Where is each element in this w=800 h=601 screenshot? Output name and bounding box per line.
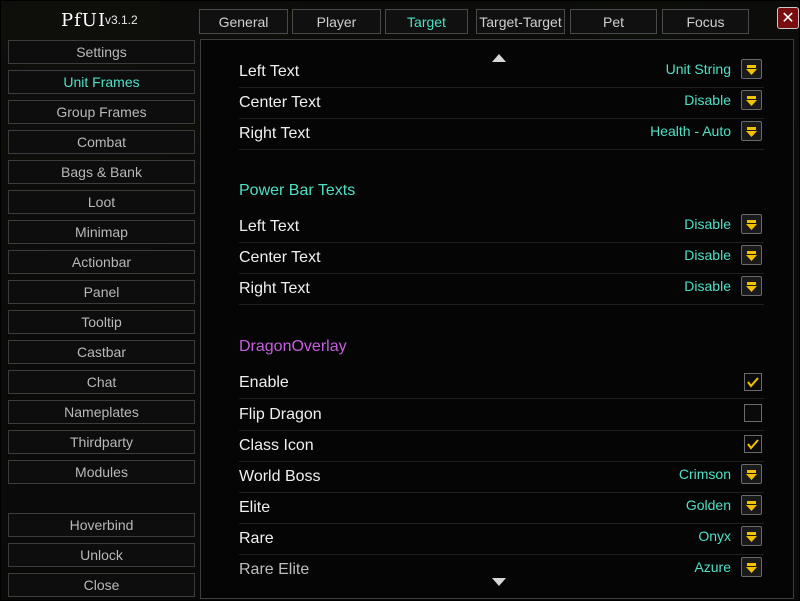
setting-label: Rare Elite: [239, 561, 310, 578]
flip-dragon-checkbox[interactable]: [744, 404, 762, 422]
tab-player[interactable]: Player: [292, 9, 381, 34]
close-icon[interactable]: ✕: [777, 7, 799, 29]
chevron-down-icon: [746, 127, 757, 137]
dropdown-value: Disable: [684, 278, 731, 294]
setting-label: Right Text: [239, 280, 310, 297]
dropdown-value: Unit String: [665, 61, 731, 77]
chevron-down-icon: [746, 563, 757, 573]
tab-focus[interactable]: Focus: [662, 9, 749, 34]
row-divider: [239, 304, 764, 305]
setting-label: Enable: [239, 374, 289, 391]
sidebar-item-bags-bank[interactable]: Bags & Bank: [8, 160, 195, 184]
sidebar-item-tooltip[interactable]: Tooltip: [8, 310, 195, 334]
dropdown-button[interactable]: [741, 121, 762, 141]
setting-label: World Boss: [239, 468, 321, 485]
checkmark-icon: [747, 377, 759, 388]
sidebar-item-loot[interactable]: Loot: [8, 190, 195, 214]
chevron-down-icon: [746, 96, 757, 106]
logo-text: PfUI: [61, 9, 107, 31]
setting-label: Center Text: [239, 249, 321, 266]
sidebar-item-unit-frames[interactable]: Unit Frames: [8, 70, 195, 94]
close-button[interactable]: Close: [8, 573, 195, 597]
sidebar-item-modules[interactable]: Modules: [8, 460, 195, 484]
row-divider: [239, 118, 764, 119]
hoverbind-button[interactable]: Hoverbind: [8, 513, 195, 537]
dropdown-value: Disable: [684, 216, 731, 232]
scroll-down-icon[interactable]: [491, 577, 507, 587]
dropdown-button[interactable]: [741, 526, 762, 546]
row-divider: [239, 87, 764, 88]
unlock-button[interactable]: Unlock: [8, 543, 195, 567]
sidebar-item-thirdparty[interactable]: Thirdparty: [8, 430, 195, 454]
dropdown-value: Onyx: [698, 528, 731, 544]
row-divider: [239, 273, 764, 274]
setting-label: Rare: [239, 530, 274, 547]
dropdown-value: Golden: [685, 497, 731, 513]
row-divider: [239, 461, 764, 462]
tab-general[interactable]: General: [199, 9, 288, 34]
chevron-down-icon: [746, 532, 757, 542]
setting-label: Class Icon: [239, 437, 314, 454]
config-window: PfUI v3.1.2 General Player Target Target…: [0, 0, 800, 601]
dropdown-button[interactable]: [741, 557, 762, 577]
row-divider: [239, 492, 764, 493]
setting-label: Center Text: [239, 94, 321, 111]
setting-label: Left Text: [239, 218, 300, 235]
dropdown-value: Health - Auto: [650, 123, 731, 139]
sidebar-item-castbar[interactable]: Castbar: [8, 340, 195, 364]
row-divider: [239, 523, 764, 524]
row-divider: [239, 430, 764, 431]
section-title-power-bar: Power Bar Texts: [239, 182, 356, 199]
chevron-down-icon: [746, 470, 757, 480]
tab-target[interactable]: Target: [385, 9, 468, 34]
sidebar-item-actionbar[interactable]: Actionbar: [8, 250, 195, 274]
dropdown-button[interactable]: [741, 90, 762, 110]
chevron-down-icon: [746, 501, 757, 511]
dropdown-button[interactable]: [741, 495, 762, 515]
chevron-down-icon: [746, 220, 757, 230]
dropdown-button[interactable]: [741, 245, 762, 265]
scroll-up-icon[interactable]: [491, 53, 507, 63]
tab-target-target[interactable]: Target-Target: [476, 9, 565, 34]
row-divider: [239, 242, 764, 243]
dropdown-button[interactable]: [741, 59, 762, 79]
sidebar-item-group-frames[interactable]: Group Frames: [8, 100, 195, 124]
setting-label: Elite: [239, 499, 271, 516]
sidebar-item-panel[interactable]: Panel: [8, 280, 195, 304]
class-icon-checkbox[interactable]: [744, 435, 762, 453]
setting-label: Left Text: [239, 63, 300, 80]
section-title-dragon-overlay: DragonOverlay: [239, 338, 347, 355]
enable-checkbox[interactable]: [744, 373, 762, 391]
checkmark-icon: [747, 439, 759, 450]
chevron-down-icon: [746, 282, 757, 292]
sidebar-item-combat[interactable]: Combat: [8, 130, 195, 154]
tab-pet[interactable]: Pet: [570, 9, 657, 34]
dropdown-button[interactable]: [741, 276, 762, 296]
chevron-down-icon: [746, 251, 757, 261]
sidebar-item-minimap[interactable]: Minimap: [8, 220, 195, 244]
sidebar-item-settings[interactable]: Settings: [8, 40, 195, 64]
sidebar-item-chat[interactable]: Chat: [8, 370, 195, 394]
dropdown-button[interactable]: [741, 464, 762, 484]
row-divider: [239, 149, 764, 150]
version-label: v3.1.2: [105, 13, 138, 27]
pfui-logo: PfUI: [61, 7, 106, 33]
chevron-down-icon: [746, 65, 757, 75]
dropdown-value: Azure: [694, 559, 731, 575]
row-divider: [239, 398, 764, 399]
dropdown-value: Crimson: [678, 466, 731, 482]
sidebar-item-nameplates[interactable]: Nameplates: [8, 400, 195, 424]
dropdown-value: Disable: [684, 247, 731, 263]
setting-label: Flip Dragon: [239, 406, 322, 423]
dropdown-value: Disable: [684, 92, 731, 108]
dropdown-button[interactable]: [741, 214, 762, 234]
settings-panel[interactable]: Left Text Unit String Center Text Disabl…: [200, 39, 794, 599]
row-divider: [239, 554, 764, 555]
setting-label: Right Text: [239, 125, 310, 142]
